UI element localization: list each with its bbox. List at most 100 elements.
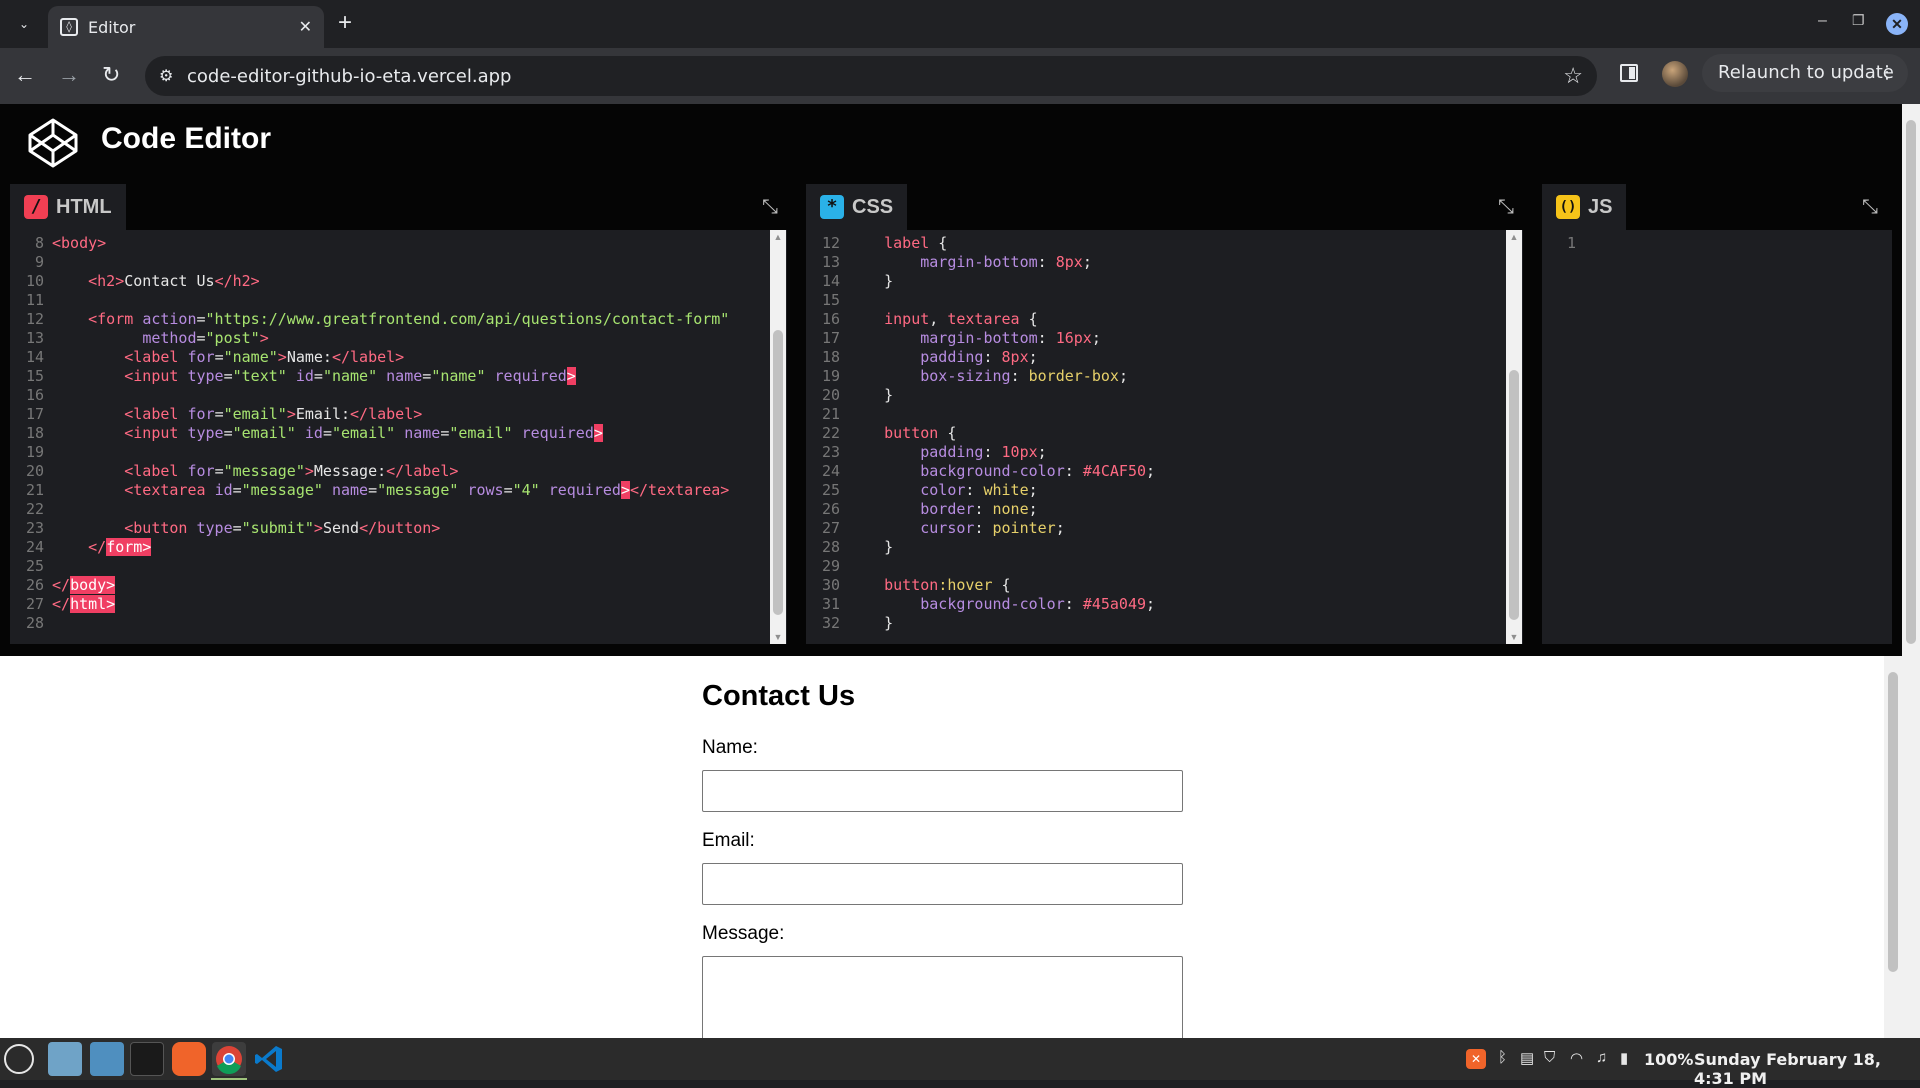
html-code-editor[interactable]: 8 <body> 9 10 <h2>Contact Us</h2> 11 12 <form…: [10, 230, 787, 644]
css-code-editor[interactable]: 12 label {13 margin-bottom: 8px; 14 } 15 16…: [806, 230, 1523, 644]
brave-browser-icon[interactable]: [172, 1042, 206, 1076]
back-icon[interactable]: ←: [14, 62, 36, 88]
terminal-icon[interactable]: [130, 1042, 164, 1076]
line-number: 19: [25, 443, 44, 461]
new-tab-button[interactable]: +: [338, 9, 352, 37]
preview-scrollbar[interactable]: [1884, 656, 1902, 1038]
code-token: type: [196, 519, 233, 537]
bookmark-star-icon[interactable]: ☆: [1563, 63, 1583, 89]
chrome-app-icon[interactable]: [212, 1042, 246, 1076]
email-input[interactable]: [702, 863, 1183, 905]
line-number: 26: [821, 500, 840, 518]
code-token: =: [214, 348, 224, 366]
code-token: ;: [1055, 519, 1065, 537]
email-label: Email:: [702, 830, 755, 851]
site-info-icon[interactable]: ⚙: [159, 66, 173, 86]
code-token: 10px: [1001, 443, 1038, 461]
tab-search-button[interactable]: ⌄: [12, 12, 36, 36]
line-number: 26: [25, 576, 44, 594]
css-collapse-icon[interactable]: ⤡: [1498, 196, 1514, 219]
scroll-up-icon[interactable]: ▲: [1506, 232, 1522, 242]
code-line: 29: [806, 557, 848, 576]
kebab-menu-icon[interactable]: ⋮: [1878, 54, 1896, 92]
scroll-up-icon[interactable]: ▲: [770, 232, 786, 242]
scroll-down-icon[interactable]: ▼: [1506, 632, 1522, 642]
code-line: 8 <body>: [10, 234, 106, 253]
page-scroll-thumb[interactable]: [1906, 120, 1916, 644]
line-number: 15: [25, 367, 44, 385]
url-text[interactable]: code-editor-github-io-eta.vercel.app: [187, 66, 511, 87]
line-number: 10: [25, 272, 44, 290]
code-token: >: [277, 348, 287, 366]
code-line: 32 }: [806, 614, 893, 633]
code-token: >: [286, 405, 296, 423]
code-line: 18 padding: 8px;: [806, 348, 1038, 367]
address-bar[interactable]: ⚙ code-editor-github-io-eta.vercel.app ☆: [145, 56, 1597, 96]
code-token: cursor: [920, 519, 975, 537]
code-token: >: [304, 462, 314, 480]
xampp-tray-icon[interactable]: ✕: [1466, 1049, 1486, 1069]
minimize-icon[interactable]: –: [1818, 12, 1827, 30]
html-collapse-icon[interactable]: ⤡: [762, 196, 778, 219]
code-token: >: [566, 367, 576, 385]
sound-icon[interactable]: ♫: [1596, 1049, 1607, 1066]
js-pane-tab: () JS: [1542, 184, 1627, 230]
code-line: 12 <form action="https://www.greatfronte…: [10, 310, 729, 329]
preview-scroll-thumb[interactable]: [1888, 672, 1898, 972]
code-token: input: [884, 310, 930, 328]
css-editor-scrollbar[interactable]: ▲ ▼: [1506, 230, 1522, 644]
code-token: label: [884, 234, 930, 252]
js-code-editor[interactable]: 1: [1542, 230, 1892, 644]
shield-icon[interactable]: ⛉: [1544, 1049, 1555, 1066]
code-token: Email:: [295, 405, 351, 423]
code-token: id: [295, 367, 314, 385]
clipboard-icon[interactable]: ▤: [1520, 1049, 1534, 1067]
profile-avatar[interactable]: [1662, 61, 1688, 87]
restore-icon[interactable]: ❐: [1852, 12, 1865, 29]
line-number: 1: [1566, 234, 1576, 252]
side-panel-icon[interactable]: [1620, 64, 1638, 82]
window-close-icon[interactable]: ✕: [1886, 13, 1908, 35]
scroll-down-icon[interactable]: ▼: [770, 632, 786, 642]
browser-tab-editor[interactable]: ◊ Editor ✕: [48, 6, 324, 48]
name-input[interactable]: [702, 770, 1183, 812]
code-line: 14 }: [806, 272, 893, 291]
relaunch-to-update-button[interactable]: Relaunch to update ⋮: [1702, 54, 1908, 92]
code-token: =: [223, 424, 233, 442]
bluetooth-icon[interactable]: ᛒ: [1498, 1049, 1507, 1066]
show-desktop-icon[interactable]: [48, 1042, 82, 1076]
forward-icon[interactable]: →: [58, 62, 80, 88]
code-token: 8px: [1055, 253, 1083, 271]
code-token: #45a049: [1082, 595, 1147, 613]
reload-icon[interactable]: ↻: [102, 62, 120, 88]
code-token: "email": [331, 424, 396, 442]
mint-menu-icon[interactable]: [4, 1044, 34, 1074]
css-editor-scroll-thumb[interactable]: [1509, 370, 1519, 620]
battery-icon[interactable]: ▮: [1620, 1049, 1628, 1067]
code-token: :: [974, 519, 993, 537]
js-collapse-icon[interactable]: ⤡: [1862, 196, 1878, 219]
tab-close-icon[interactable]: ✕: [299, 17, 312, 37]
line-number: 15: [821, 291, 840, 309]
code-token: =: [422, 367, 432, 385]
tab-title: Editor: [88, 18, 136, 37]
code-line: 26 </body>: [10, 576, 116, 595]
code-line: 24 </form>: [10, 538, 152, 557]
page-scrollbar[interactable]: [1902, 104, 1920, 1038]
html-editor-scroll-thumb[interactable]: [773, 330, 783, 615]
message-textarea[interactable]: [702, 956, 1183, 1046]
code-line: 13 margin-bottom: 8px;: [806, 253, 1092, 272]
clock[interactable]: Sunday February 18, 4:31 PM: [1694, 1050, 1920, 1088]
code-token: :: [1064, 462, 1083, 480]
vscode-icon[interactable]: [252, 1042, 286, 1076]
files-icon[interactable]: [90, 1042, 124, 1076]
wifi-icon[interactable]: ◠: [1570, 1049, 1583, 1067]
html-editor-scrollbar[interactable]: ▲ ▼: [770, 230, 786, 644]
